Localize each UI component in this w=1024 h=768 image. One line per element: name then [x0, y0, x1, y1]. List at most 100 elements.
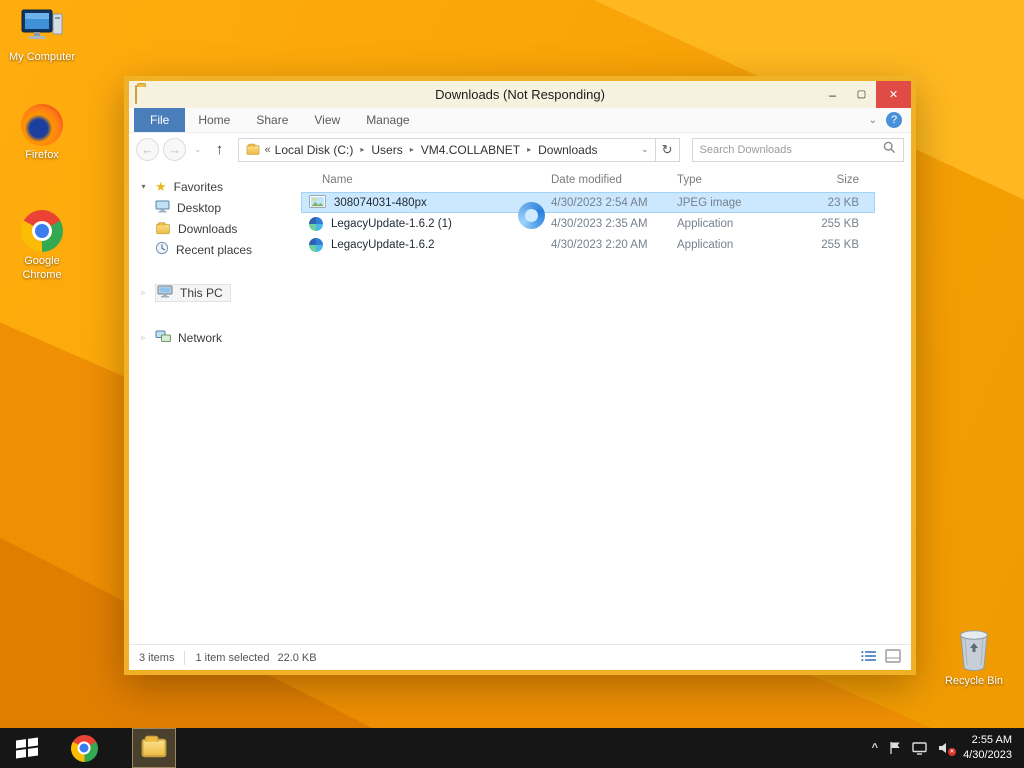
desktop-icon-chrome[interactable]: Google Chrome	[6, 210, 78, 283]
close-button[interactable]: ✕	[876, 81, 911, 108]
maximize-button[interactable]: ▢	[847, 81, 876, 108]
thumbnail-view-icon[interactable]	[885, 649, 901, 666]
busy-spinner-cursor	[518, 202, 545, 229]
details-view-icon[interactable]	[861, 649, 878, 666]
tab-share[interactable]: Share	[243, 108, 301, 132]
ribbon-collapse-icon[interactable]: ⌄	[869, 115, 877, 126]
downloads-folder-icon	[156, 223, 170, 233]
sidebar-item-recent-places[interactable]: Recent places	[129, 239, 301, 260]
forward-button[interactable]: →	[163, 138, 186, 161]
jpeg-file-icon	[309, 195, 326, 211]
column-headers: Name Date modified Type Size	[301, 168, 911, 192]
taskbar-clock[interactable]: 2:55 AM 4/30/2023	[963, 733, 1012, 763]
address-dropdown-icon[interactable]: ⌄	[641, 144, 649, 155]
desktop-icon-label: Firefox	[6, 149, 78, 163]
sidebar-item-label: This PC	[180, 286, 223, 300]
sidebar-item-label: Desktop	[177, 201, 221, 215]
tray-expand-button[interactable]: ^	[872, 742, 878, 754]
recycle-bin-icon	[938, 628, 1010, 672]
sidebar-item-label: Downloads	[178, 222, 237, 236]
sidebar-item-favorites[interactable]: ▾ ★ Favorites	[129, 176, 301, 197]
sidebar-item-network[interactable]: ▹ Network	[129, 327, 301, 348]
sidebar-item-this-pc[interactable]: ▹ This PC	[129, 282, 301, 303]
navigation-pane: ▾ ★ Favorites Desktop Downloads	[129, 166, 301, 644]
tab-home[interactable]: Home	[185, 108, 243, 132]
volume-muted-icon[interactable]: ✕	[938, 742, 952, 754]
items-count: 3 items	[139, 652, 174, 664]
breadcrumb-overflow-icon[interactable]: «	[265, 144, 271, 156]
expand-icon[interactable]: ▹	[139, 333, 148, 342]
file-date: 4/30/2023 2:35 AM	[551, 218, 677, 230]
desktop-icon-label: Google	[6, 255, 78, 269]
tab-view[interactable]: View	[301, 108, 353, 132]
sidebar-item-label: Recent places	[176, 243, 252, 257]
up-button[interactable]: ↑	[210, 141, 230, 158]
address-bar: ← → ⌄ ↑ « Local Disk (C:) ▸ Users ▸ VM4.…	[129, 133, 911, 166]
breadcrumb-item-users[interactable]: Users	[371, 143, 402, 157]
help-icon[interactable]: ?	[886, 112, 902, 128]
start-button[interactable]	[0, 728, 54, 768]
tab-file[interactable]: File	[134, 108, 185, 132]
clock-date: 4/30/2023	[963, 748, 1012, 763]
window-icon	[135, 86, 137, 104]
refresh-button[interactable]: ↻	[656, 138, 680, 162]
file-type: Application	[677, 239, 795, 251]
column-header-name[interactable]: Name	[301, 174, 551, 186]
action-center-flag-icon[interactable]	[889, 741, 901, 755]
desktop-icon-label: Chrome	[6, 269, 78, 283]
windows-logo-icon	[16, 737, 38, 758]
chrome-icon	[21, 210, 63, 252]
title-bar[interactable]: Downloads (Not Responding) – ▢ ✕	[129, 81, 911, 108]
desktop-node-icon	[155, 200, 170, 216]
up-icon: ↑	[216, 141, 224, 158]
file-list: Name Date modified Type Size 308074031-4…	[301, 166, 911, 644]
breadcrumb[interactable]: « Local Disk (C:) ▸ Users ▸ VM4.COLLABNE…	[238, 138, 656, 162]
network-status-icon[interactable]	[912, 742, 927, 755]
breadcrumb-item-downloads[interactable]: Downloads	[538, 143, 597, 157]
breadcrumb-separator-icon: ▸	[357, 145, 367, 154]
application-file-icon	[309, 217, 323, 231]
application-file-icon	[309, 238, 323, 252]
desktop-icon-recycle-bin[interactable]: Recycle Bin	[938, 628, 1010, 689]
close-icon: ✕	[889, 88, 898, 101]
search-box	[692, 138, 904, 162]
sidebar-item-downloads[interactable]: Downloads	[129, 218, 301, 239]
sidebar-item-desktop[interactable]: Desktop	[129, 197, 301, 218]
file-explorer-icon	[142, 739, 167, 758]
desktop-icon-my-computer[interactable]: My Computer	[6, 8, 78, 65]
column-header-date-modified[interactable]: Date modified	[551, 174, 677, 186]
breadcrumb-separator-icon: ▸	[524, 145, 534, 154]
search-icon[interactable]	[883, 141, 896, 159]
taskbar-chrome-button[interactable]	[62, 728, 106, 768]
back-button[interactable]: ←	[136, 138, 159, 161]
explorer-window: Downloads (Not Responding) – ▢ ✕ File Ho…	[124, 76, 916, 675]
folder-icon	[246, 145, 259, 155]
desktop[interactable]: My Computer Firefox Google Chrome Recycl…	[0, 0, 1024, 768]
taskbar: ^ ✕ 2:55 AM 4/30/2023	[0, 728, 1024, 768]
column-header-type[interactable]: Type	[677, 174, 795, 186]
desktop-icon-label: My Computer	[6, 51, 78, 65]
forward-icon: →	[168, 142, 181, 157]
history-dropdown-icon[interactable]: ⌄	[194, 144, 202, 155]
breadcrumb-item-local-disk[interactable]: Local Disk (C:)	[275, 143, 354, 157]
maximize-icon: ▢	[857, 89, 866, 100]
expand-icon[interactable]: ▹	[139, 288, 148, 297]
file-row[interactable]: LegacyUpdate-1.6.2 (1) 4/30/2023 2:35 AM…	[301, 213, 875, 234]
status-bar: 3 items 1 item selected 22.0 KB	[129, 644, 911, 670]
breadcrumb-item-user[interactable]: VM4.COLLABNET	[421, 143, 520, 157]
taskbar-explorer-button[interactable]	[132, 728, 176, 768]
column-header-size[interactable]: Size	[795, 174, 859, 186]
minimize-button[interactable]: –	[818, 81, 847, 108]
file-type: Application	[677, 218, 795, 230]
sidebar-item-label: Network	[178, 331, 222, 345]
window-title: Downloads (Not Responding)	[129, 87, 911, 102]
desktop-icon-firefox[interactable]: Firefox	[6, 104, 78, 163]
search-input[interactable]	[700, 144, 883, 156]
file-row[interactable]: LegacyUpdate-1.6.2 4/30/2023 2:20 AM App…	[301, 234, 875, 255]
expand-icon[interactable]: ▾	[139, 182, 148, 191]
network-node-icon	[155, 330, 171, 346]
file-row[interactable]: 308074031-480px 4/30/2023 2:54 AM JPEG i…	[301, 192, 875, 213]
file-type: JPEG image	[677, 197, 795, 209]
clock-time: 2:55 AM	[963, 733, 1012, 748]
tab-manage[interactable]: Manage	[353, 108, 422, 132]
